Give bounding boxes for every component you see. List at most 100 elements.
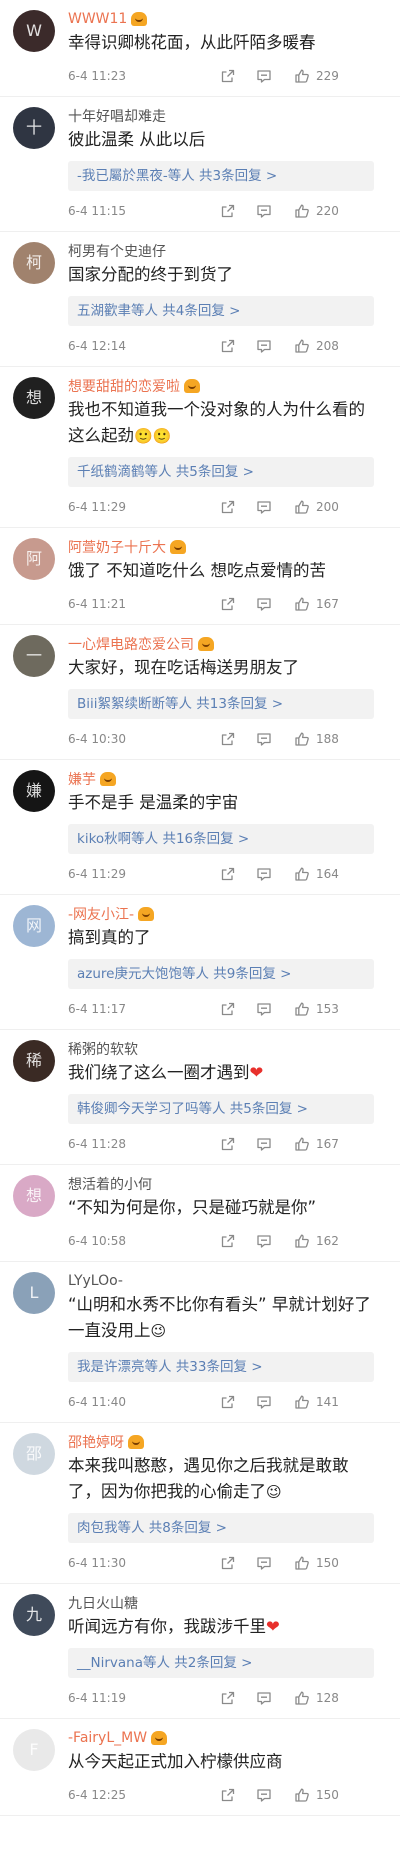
avatar[interactable]: 一 [13, 635, 55, 677]
comment-icon[interactable] [256, 866, 272, 882]
comment-icon[interactable] [256, 1001, 272, 1017]
replies-link[interactable]: __Nirvana等人 共2条回复 > [68, 1648, 374, 1678]
like-button[interactable]: 220 [294, 203, 339, 219]
share-icon[interactable] [220, 499, 236, 515]
share-icon[interactable] [220, 68, 236, 84]
username[interactable]: -FairyL_MW [68, 1730, 147, 1746]
avatar[interactable]: 九 [13, 1594, 55, 1636]
avatar-initial: L [29, 1283, 39, 1302]
like-button[interactable]: 200 [294, 499, 339, 515]
like-button[interactable]: 229 [294, 68, 339, 84]
username[interactable]: 一心焊电路恋爱公司 [68, 634, 194, 654]
like-button[interactable]: 153 [294, 1001, 339, 1017]
thumbs-up-icon [294, 1394, 310, 1410]
thumbs-up-icon [294, 866, 310, 882]
comment-icon[interactable] [256, 1233, 272, 1249]
avatar[interactable]: 邵 [13, 1433, 55, 1475]
like-button[interactable]: 141 [294, 1394, 339, 1410]
timestamp: 6-4 11:40 [68, 1395, 126, 1409]
share-icon[interactable] [220, 1136, 236, 1152]
avatar[interactable]: 十 [13, 107, 55, 149]
avatar[interactable]: L [13, 1272, 55, 1314]
comment-icon[interactable] [256, 203, 272, 219]
share-icon[interactable] [220, 1394, 236, 1410]
like-button[interactable]: 162 [294, 1233, 339, 1249]
comment-icon[interactable] [256, 1394, 272, 1410]
like-button[interactable]: 128 [294, 1690, 339, 1706]
replies-link[interactable]: -我已屬於黑夜-等人 共3条回复 > [68, 161, 374, 191]
thumbs-up-icon [294, 68, 310, 84]
share-icon[interactable] [220, 1555, 236, 1571]
avatar[interactable]: 网 [13, 905, 55, 947]
comment-icon[interactable] [256, 1690, 272, 1706]
like-button[interactable]: 150 [294, 1787, 339, 1803]
comment-text: 幸得识卿桃花面，从此阡陌多暖春 [68, 30, 388, 56]
username[interactable]: LYyLOo- [68, 1273, 123, 1289]
share-icon[interactable] [220, 203, 236, 219]
like-button[interactable]: 167 [294, 596, 339, 612]
avatar-initial: 想 [25, 1186, 42, 1205]
timestamp: 6-4 11:28 [68, 1137, 126, 1151]
username[interactable]: 十年好唱却难走 [68, 106, 166, 126]
comment-icon[interactable] [256, 1787, 272, 1803]
username[interactable]: 柯男有个史迪仔 [68, 241, 166, 261]
replies-link[interactable]: kiko秋啊等人 共16条回复 > [68, 824, 374, 854]
avatar[interactable]: 阿 [13, 538, 55, 580]
like-count: 162 [316, 1234, 339, 1248]
avatar[interactable]: 柯 [13, 242, 55, 284]
avatar[interactable]: F [13, 1729, 55, 1771]
comment-icon[interactable] [256, 1136, 272, 1152]
comment-item: L LYyLOo- “山明和水秀不比你有看头” 早就计划好了一直没用上😉 我是许漂亮等… [0, 1262, 400, 1423]
username[interactable]: 想要甜甜的恋爱啦 [68, 376, 180, 396]
like-button[interactable]: 164 [294, 866, 339, 882]
vip-badge-icon [131, 12, 148, 26]
like-button[interactable]: 167 [294, 1136, 339, 1152]
username[interactable]: 嫌芋 [68, 769, 96, 789]
like-count: 141 [316, 1395, 339, 1409]
username[interactable]: -网友小江- [68, 904, 134, 924]
share-icon[interactable] [220, 1001, 236, 1017]
share-icon[interactable] [220, 338, 236, 354]
timestamp: 6-4 11:29 [68, 500, 126, 514]
username[interactable]: 九日火山糖 [68, 1593, 138, 1613]
share-icon[interactable] [220, 1233, 236, 1249]
avatar[interactable]: 想 [13, 1175, 55, 1217]
replies-link[interactable]: 我是许漂亮等人 共33条回复 > [68, 1352, 374, 1382]
vip-badge-icon [100, 772, 116, 786]
username[interactable]: WWW11 [68, 11, 127, 27]
share-icon[interactable] [220, 731, 236, 747]
share-icon[interactable] [220, 1690, 236, 1706]
comment-icon[interactable] [256, 731, 272, 747]
replies-link[interactable]: 韩俊卿今天学习了吗等人 共5条回复 > [68, 1094, 374, 1124]
replies-link[interactable]: Biii絮絮续断断等人 共13条回复 > [68, 689, 374, 719]
username[interactable]: 阿萱奶子十斤大 [68, 537, 166, 557]
like-button[interactable]: 188 [294, 731, 339, 747]
share-icon[interactable] [220, 866, 236, 882]
like-count: 150 [316, 1556, 339, 1570]
like-button[interactable]: 150 [294, 1555, 339, 1571]
avatar-initial: 阿 [25, 549, 42, 568]
comment-icon[interactable] [256, 1555, 272, 1571]
comment-text-body: 大家好，现在吃话梅送男朋友了 [68, 658, 299, 677]
thumbs-up-icon [294, 338, 310, 354]
like-button[interactable]: 208 [294, 338, 339, 354]
comment-icon[interactable] [256, 68, 272, 84]
comment-icon[interactable] [256, 499, 272, 515]
avatar[interactable]: W [13, 10, 55, 52]
username[interactable]: 想活着的小何 [68, 1174, 152, 1194]
comment-icon[interactable] [256, 338, 272, 354]
replies-link[interactable]: azure庚元大饱饱等人 共9条回复 > [68, 959, 374, 989]
avatar[interactable]: 稀 [13, 1040, 55, 1082]
username[interactable]: 邵艳婷呀 [68, 1432, 124, 1452]
comment-text: 彼此温柔 从此以后 [68, 127, 388, 153]
avatar[interactable]: 想 [13, 377, 55, 419]
replies-link[interactable]: 肉包我等人 共8条回复 > [68, 1513, 374, 1543]
avatar[interactable]: 嫌 [13, 770, 55, 812]
replies-link[interactable]: 千纸鹤滴鹤等人 共5条回复 > [68, 457, 374, 487]
share-icon[interactable] [220, 596, 236, 612]
share-icon[interactable] [220, 1787, 236, 1803]
username[interactable]: 稀粥的软软 [68, 1039, 138, 1059]
comment-meta: 6-4 11:28 167 [68, 1124, 388, 1164]
replies-link[interactable]: 五湖歡聿等人 共4条回复 > [68, 296, 374, 326]
comment-icon[interactable] [256, 596, 272, 612]
